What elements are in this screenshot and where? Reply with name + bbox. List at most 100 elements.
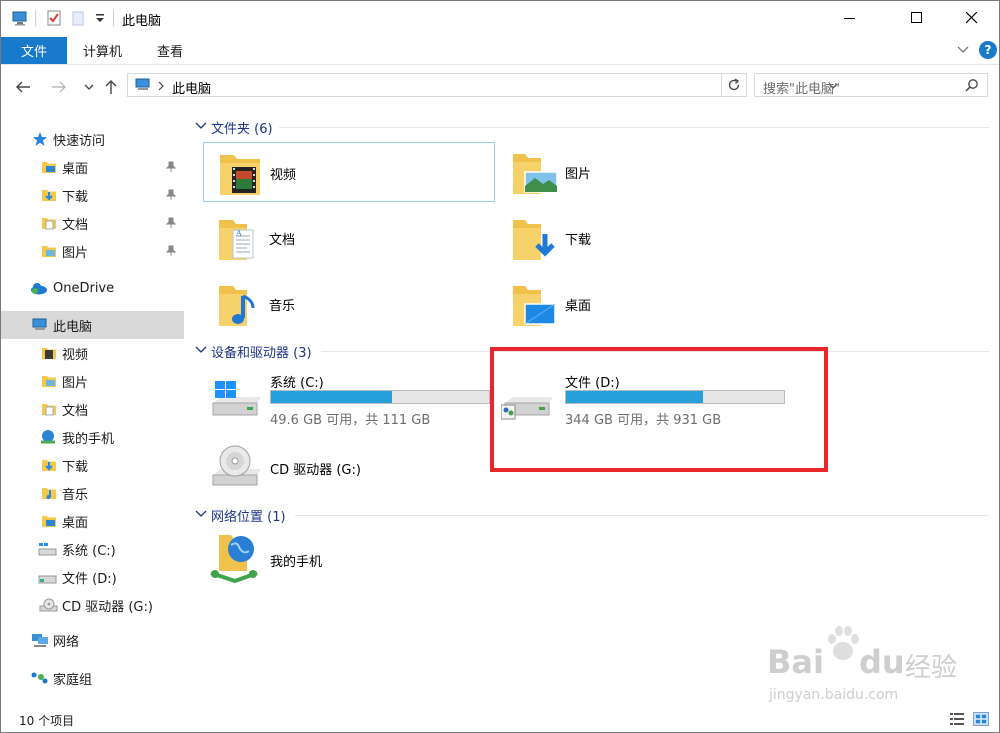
search-icon[interactable] [965, 78, 979, 92]
folder-tile-desktop[interactable]: 桌面 [503, 274, 795, 334]
nav-pc-drive-d[interactable]: 文件 (D:) [1, 563, 184, 591]
nav-label: 系统 (C:) [62, 543, 116, 559]
up-button[interactable] [101, 77, 121, 97]
nav-pc-drive-c[interactable]: 系统 (C:) [1, 535, 184, 563]
pin-icon[interactable] [166, 161, 176, 173]
nav-label: 下载 [62, 459, 89, 475]
pin-icon[interactable] [166, 217, 176, 229]
drive-name: CD 驱动器 (G:) [270, 463, 361, 478]
folder-label: 图片 [565, 167, 592, 182]
nav-quick-desktop[interactable]: 桌面 [1, 153, 184, 181]
close-icon [966, 12, 978, 24]
music-folder-icon [42, 488, 56, 499]
properties-icon[interactable] [45, 9, 63, 27]
folder-tile-music[interactable]: 音乐 [203, 274, 495, 334]
svg-text:A: A [235, 229, 242, 238]
desktop-folder-icon [42, 516, 56, 527]
maximize-button[interactable] [894, 1, 940, 35]
drive-usage-fill [271, 391, 392, 403]
nav-quick-downloads[interactable]: 下载 [1, 181, 184, 209]
pin-icon[interactable] [166, 189, 176, 201]
new-folder-icon[interactable] [69, 9, 87, 27]
nav-label: 快速访问 [53, 133, 106, 149]
breadcrumb-chevron-icon[interactable] [157, 81, 165, 91]
minimize-button[interactable] [827, 1, 873, 35]
window-title: 此电脑 [122, 14, 162, 29]
minimize-icon [844, 18, 855, 19]
nav-pc-my-phone[interactable]: 我的手机 [1, 423, 184, 451]
content-pane: 文件夹 (6) 视频 图片 A 文档 下载 音乐 桌面 设备和驱动器 (3) 系… [189, 109, 999, 705]
nav-pc-videos[interactable]: 视频 [1, 339, 184, 367]
help-button[interactable]: ? [979, 41, 997, 59]
toolbar-separator [35, 10, 36, 26]
forward-arrow-icon [52, 81, 66, 93]
nav-label: 下载 [62, 189, 89, 205]
tab-computer[interactable]: 计算机 [83, 37, 122, 64]
ribbon: 文件 计算机 查看 ? [1, 37, 999, 65]
group-divider [295, 515, 989, 516]
folder-label: 音乐 [269, 299, 296, 314]
group-divider [279, 127, 989, 128]
nav-pc-documents[interactable]: 文档 [1, 395, 184, 423]
large-icons-view-icon[interactable] [973, 712, 989, 726]
close-button[interactable] [949, 1, 995, 35]
refresh-button[interactable] [721, 73, 747, 97]
folder-tile-pictures[interactable]: 图片 [503, 142, 795, 202]
nav-label: 此电脑 [53, 319, 93, 335]
nav-pc-cd-drive[interactable]: CD 驱动器 (G:) [1, 591, 184, 619]
breadcrumb-this-pc[interactable]: 此电脑 [172, 78, 211, 97]
nav-network[interactable]: 网络 [1, 626, 184, 654]
folder-tile-documents[interactable]: A 文档 [203, 208, 495, 268]
nav-this-pc[interactable]: 此电脑 [1, 311, 184, 339]
folder-label: 桌面 [565, 299, 592, 314]
back-button[interactable] [13, 77, 33, 97]
folder-tile-downloads[interactable]: 下载 [503, 208, 795, 268]
nav-quick-documents[interactable]: 文档 [1, 209, 184, 237]
nav-pc-desktop[interactable]: 桌面 [1, 507, 184, 535]
watermark-brand-jingyan: 经验 [905, 653, 958, 683]
nav-label: 桌面 [62, 515, 89, 531]
folder-label: 文档 [269, 233, 296, 248]
nav-label: 文档 [62, 217, 89, 233]
expand-ribbon-icon[interactable] [957, 45, 969, 55]
nav-homegroup[interactable]: 家庭组 [1, 664, 184, 692]
nav-label: 网络 [53, 634, 80, 650]
cd-drive-icon [39, 598, 58, 612]
this-pc-icon[interactable] [11, 9, 29, 27]
pin-icon[interactable] [166, 245, 176, 257]
recent-locations-button[interactable] [79, 77, 99, 97]
search-input[interactable]: 搜索"此电脑" [763, 78, 840, 97]
forward-button[interactable] [49, 77, 69, 97]
onedrive-cloud-icon [31, 283, 47, 295]
nav-label: 我的手机 [62, 431, 115, 447]
videos-folder-icon [220, 155, 260, 195]
nav-label: 文件 (D:) [62, 571, 117, 587]
address-bar[interactable]: 此电脑 [127, 73, 838, 97]
this-pc-icon [135, 78, 150, 90]
desktop-folder-icon [42, 162, 56, 173]
highlight-box [490, 347, 828, 472]
search-box[interactable]: 搜索"此电脑" [754, 73, 988, 97]
nav-label: 家庭组 [53, 672, 93, 688]
nav-label: OneDrive [53, 280, 115, 296]
chevron-down-icon [195, 346, 207, 353]
watermark-url: jingyan.baidu.com [769, 687, 899, 703]
videos-folder-icon [42, 348, 56, 359]
nav-onedrive[interactable]: OneDrive [1, 274, 184, 302]
nav-quick-pictures[interactable]: 图片 [1, 237, 184, 265]
nav-pc-downloads[interactable]: 下载 [1, 451, 184, 479]
details-view-icon[interactable] [949, 712, 965, 726]
network-tile-my-phone[interactable]: 我的手机 [203, 529, 493, 589]
drive-tile-cd[interactable]: CD 驱动器 (G:) [203, 439, 493, 499]
chevron-down-icon [195, 122, 207, 129]
tab-view[interactable]: 查看 [157, 37, 183, 64]
star-icon [33, 132, 47, 146]
customize-toolbar-icon[interactable] [91, 9, 109, 27]
folder-tile-videos[interactable]: 视频 [203, 142, 495, 202]
phone-icon [41, 430, 55, 444]
nav-quick-access[interactable]: 快速访问 [1, 125, 184, 153]
nav-pc-music[interactable]: 音乐 [1, 479, 184, 507]
nav-pc-pictures[interactable]: 图片 [1, 367, 184, 395]
tab-file[interactable]: 文件 [1, 37, 67, 64]
drive-tile-c[interactable]: 系统 (C:) 49.6 GB 可用，共 111 GB [203, 371, 493, 431]
